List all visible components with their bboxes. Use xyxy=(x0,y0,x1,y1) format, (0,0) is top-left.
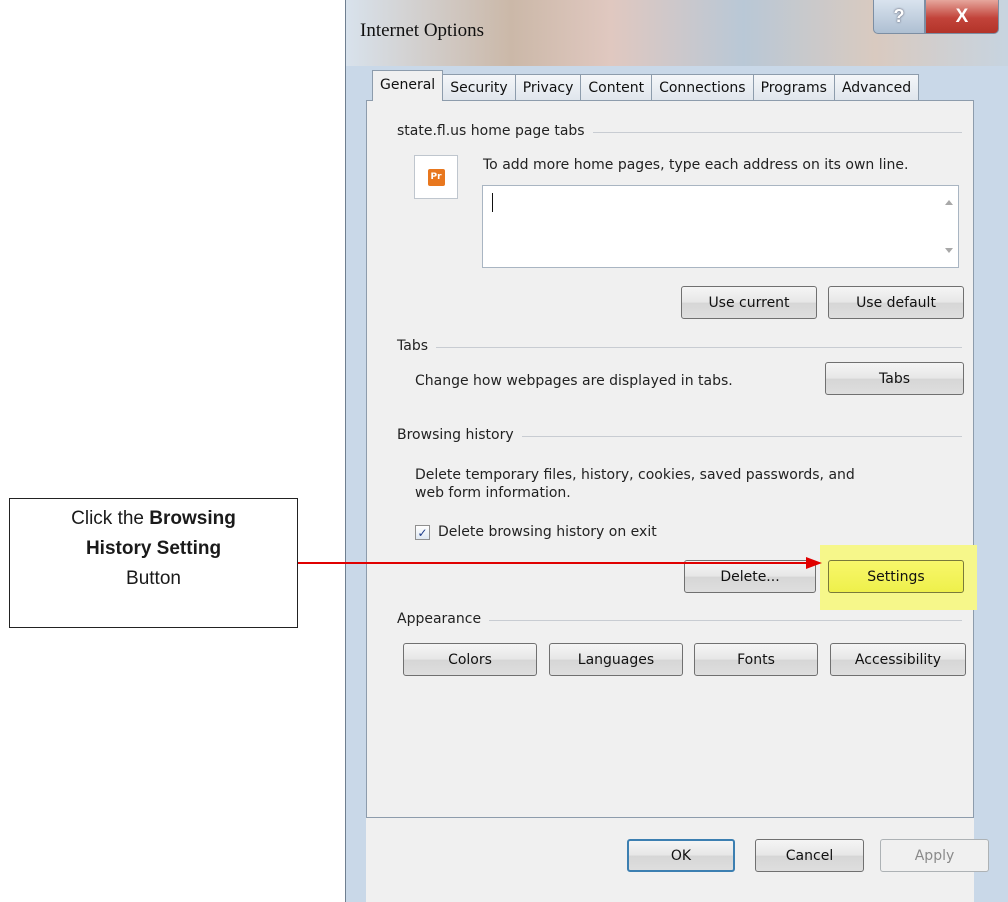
colors-button[interactable]: Colors xyxy=(403,643,537,676)
use-default-button[interactable]: Use default xyxy=(828,286,964,319)
tab-general[interactable]: General xyxy=(372,70,444,101)
tab-programs[interactable]: Programs xyxy=(752,74,835,101)
languages-button[interactable]: Languages xyxy=(549,643,683,676)
help-button[interactable]: ? xyxy=(873,0,925,34)
callout-bold-text: Browsing xyxy=(149,508,236,529)
callout-text: Click the xyxy=(71,508,150,529)
tabs-description: Change how webpages are displayed in tab… xyxy=(415,373,733,389)
accessibility-button[interactable]: Accessibility xyxy=(830,643,966,676)
history-settings-button[interactable]: Settings xyxy=(828,560,964,593)
home-page-icon-box: Pr xyxy=(414,155,458,199)
scroll-up-arrow-icon[interactable] xyxy=(945,200,953,205)
apply-button[interactable]: Apply xyxy=(880,839,989,872)
tab-security[interactable]: Security xyxy=(442,74,516,101)
tab-advanced[interactable]: Advanced xyxy=(833,74,920,101)
tab-content[interactable]: Content xyxy=(580,74,653,101)
page-icon: Pr xyxy=(427,168,445,186)
window-title: Internet Options xyxy=(360,20,485,41)
tabs-section-divider xyxy=(397,347,962,348)
internet-options-dialog: Internet Options ? X General Security Pr… xyxy=(345,0,1008,902)
tab-privacy[interactable]: Privacy xyxy=(514,74,582,101)
tabs-section-label: Tabs xyxy=(397,338,436,354)
appearance-section-label: Appearance xyxy=(397,611,490,627)
tab-connections[interactable]: Connections xyxy=(651,74,754,101)
title-bar: Internet Options ? X xyxy=(346,0,1008,66)
delete-on-exit-label: Delete browsing history on exit xyxy=(438,524,657,540)
history-section-label: Browsing history xyxy=(397,427,522,443)
use-current-button[interactable]: Use current xyxy=(681,286,817,319)
home-instruction: To add more home pages, type each addres… xyxy=(483,157,909,173)
tab-strip: General Security Privacy Content Connect… xyxy=(372,70,920,101)
callout-line-2: History Setting xyxy=(85,538,222,559)
text-caret xyxy=(492,193,493,212)
close-button[interactable]: X xyxy=(925,0,999,34)
home-section-label: state.fl.us home page tabs xyxy=(397,123,593,139)
general-tab-panel: state.fl.us home page tabs Pr To add mor… xyxy=(366,100,977,818)
callout-line-1: Click the Browsing xyxy=(10,504,297,534)
textarea-scrollbar[interactable] xyxy=(941,186,958,267)
home-pages-textarea[interactable] xyxy=(482,185,959,268)
scroll-down-arrow-icon[interactable] xyxy=(945,248,953,253)
history-description-line-2: web form information. xyxy=(415,485,571,501)
fonts-button[interactable]: Fonts xyxy=(694,643,818,676)
callout-line-3: Button xyxy=(126,568,181,589)
ok-button[interactable]: OK xyxy=(627,839,735,872)
cancel-button[interactable]: Cancel xyxy=(755,839,864,872)
delete-on-exit-checkbox[interactable]: ✓ xyxy=(415,525,430,540)
tabs-settings-button[interactable]: Tabs xyxy=(825,362,964,395)
history-description-line-1: Delete temporary files, history, cookies… xyxy=(415,467,855,483)
instruction-callout: Click the Browsing History Setting Butto… xyxy=(9,498,298,628)
delete-history-button[interactable]: Delete... xyxy=(684,560,816,593)
dialog-footer: OK Cancel Apply xyxy=(366,818,989,902)
